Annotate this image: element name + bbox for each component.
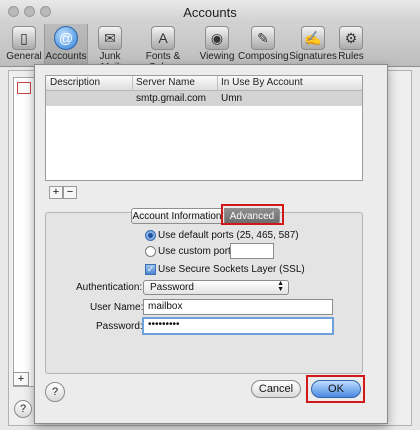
column-divider <box>132 76 133 90</box>
toolbar-junk-mail[interactable]: ✉ Junk Mail <box>89 24 131 73</box>
column-divider <box>217 76 218 90</box>
toolbar-fonts-colors[interactable]: A Fonts & Colors <box>132 24 194 73</box>
toolbar-signatures[interactable]: ✍ Signatures <box>288 24 338 66</box>
gmail-account-icon[interactable] <box>17 82 31 94</box>
cell-server-name: smtp.gmail.com <box>136 93 207 104</box>
cell-in-use: Umn <box>221 93 243 104</box>
junk-mail-icon: ✉ <box>98 26 122 50</box>
toolbar-label: Accounts <box>45 51 87 62</box>
advanced-tab-highlight <box>221 204 284 225</box>
default-ports-label: Use default ports (25, 465, 587) <box>158 230 299 241</box>
toolbar-label: Viewing <box>199 51 235 62</box>
username-label: User Name: <box>90 302 144 313</box>
title-bar: Accounts <box>0 0 420 24</box>
authentication-label: Authentication: <box>76 282 143 293</box>
default-ports-radio[interactable] <box>145 230 156 241</box>
toolbar-label: Composing <box>238 51 289 62</box>
column-in-use[interactable]: In Use By Account <box>221 77 303 88</box>
ok-button-highlight <box>306 375 365 403</box>
select-arrows-icon: ▲ ▼ <box>277 280 284 293</box>
preferences-toolbar: ▯ General @ Accounts ✉ Junk Mail A Fonts… <box>0 24 420 73</box>
viewing-icon: ◉ <box>205 26 229 50</box>
password-label: Password: <box>96 321 143 332</box>
table-header: Description Server Name In Use By Accoun… <box>46 76 362 91</box>
column-description[interactable]: Description <box>50 77 100 88</box>
rules-icon: ⚙ <box>339 26 363 50</box>
general-icon: ▯ <box>12 26 36 50</box>
authentication-value: Password <box>150 282 194 293</box>
cancel-button[interactable]: Cancel <box>251 380 301 398</box>
tab-account-information[interactable]: Account Information <box>131 208 223 224</box>
authentication-select[interactable]: Password ▲ ▼ <box>143 280 289 295</box>
custom-port-label: Use custom port: <box>158 246 234 257</box>
smtp-server-table[interactable]: Description Server Name In Use By Accoun… <box>45 75 363 181</box>
preferences-window: Accounts ▯ General @ Accounts ✉ Junk Mai… <box>0 0 420 430</box>
ssl-checkbox[interactable]: ✓ <box>145 264 156 275</box>
help-button[interactable]: ? <box>45 382 65 402</box>
toolbar-label: Rules <box>338 51 364 62</box>
toolbar-accounts[interactable]: @ Accounts <box>44 24 88 66</box>
password-field[interactable]: ••••••••• <box>142 317 334 335</box>
toolbar-composing[interactable]: ✎ Composing <box>238 24 289 66</box>
add-account-button[interactable]: + <box>13 372 29 386</box>
toolbar-rules[interactable]: ⚙ Rules <box>338 24 364 66</box>
accounts-list[interactable] <box>13 77 35 387</box>
remove-server-button[interactable]: − <box>63 186 77 199</box>
accounts-icon: @ <box>54 26 78 50</box>
add-server-button[interactable]: + <box>49 186 63 199</box>
composing-icon: ✎ <box>251 26 275 50</box>
ssl-label: Use Secure Sockets Layer (SSL) <box>158 264 305 275</box>
table-row[interactable]: smtp.gmail.com Umn <box>46 91 362 106</box>
toolbar-label: Signatures <box>289 51 337 62</box>
toolbar-viewing[interactable]: ◉ Viewing <box>196 24 238 66</box>
window-title: Accounts <box>183 5 237 20</box>
custom-port-radio[interactable] <box>145 246 156 257</box>
username-field[interactable]: mailbox <box>143 299 333 315</box>
background-help-button[interactable]: ? <box>14 400 32 418</box>
column-server-name[interactable]: Server Name <box>136 77 195 88</box>
fonts-colors-icon: A <box>151 26 175 50</box>
custom-port-field[interactable] <box>230 243 274 259</box>
toolbar-label: General <box>6 51 42 62</box>
signatures-icon: ✍ <box>301 26 325 50</box>
toolbar-general[interactable]: ▯ General <box>4 24 44 66</box>
